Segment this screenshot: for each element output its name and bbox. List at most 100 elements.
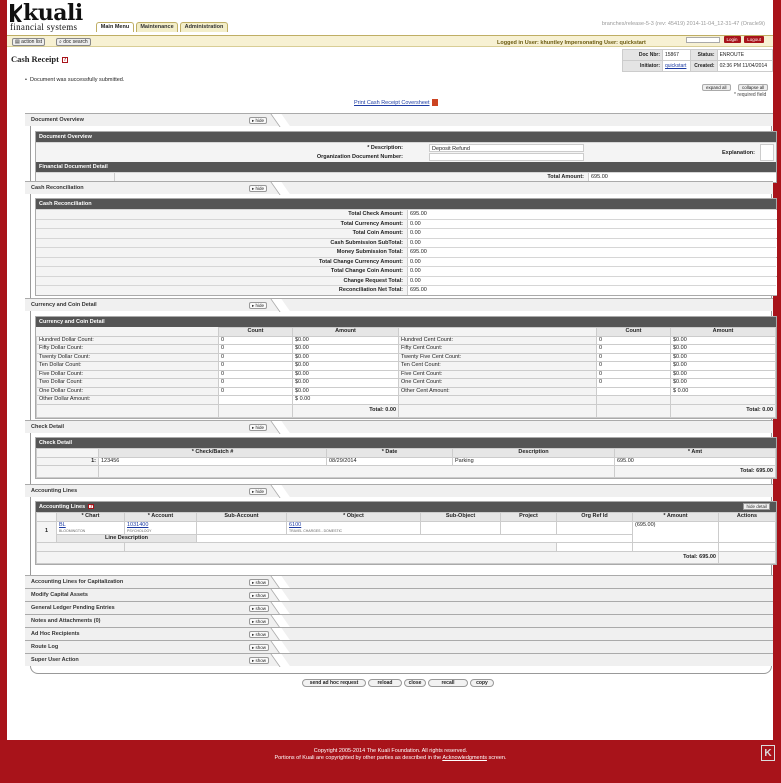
table-row: Ten Dollar Count: 0 $0.00 Ten Cent Count: 0 $… [36, 361, 776, 371]
section-cash-reconciliation: Cash Reconciliation ▸ hide [25, 181, 773, 194]
count-input[interactable]: 0 [596, 378, 671, 388]
show-toggle-button[interactable]: ▸ show [249, 579, 270, 586]
tab-administration[interactable]: Administration [180, 22, 228, 32]
count-input[interactable]: 0 [218, 361, 293, 371]
show-toggle-button[interactable]: ▸ show [249, 644, 270, 651]
recon-value: 695.00 [407, 286, 777, 295]
count-input[interactable]: 0 [218, 369, 293, 379]
toggle-label: hide [255, 118, 265, 123]
table-row: Hundred Dollar Count: 0 $0.00 Hundred Cent … [36, 335, 776, 345]
table-row: Fifty Dollar Count: 0 $0.00 Fifty Cent Coun… [36, 344, 776, 354]
account-link[interactable]: 1031400 [127, 522, 148, 528]
expand-all-button[interactable]: expand all [702, 84, 731, 91]
hide-toggle-button[interactable]: ▸ hide [249, 117, 268, 124]
close-button[interactable]: close [404, 679, 426, 687]
hide-toggle-button[interactable]: ▸ hide [249, 424, 268, 431]
check-batch-header: * Check/Batch # [98, 448, 327, 458]
hide-toggle-button[interactable]: ▸ hide [249, 302, 268, 309]
count-input[interactable]: 0 [218, 352, 293, 362]
section-title: Ad Hoc Recipients [31, 631, 80, 637]
currency-label: Five Dollar Count: [36, 369, 219, 379]
count-cell [218, 395, 293, 405]
login-button[interactable]: Login [723, 36, 741, 43]
count-input[interactable]: 0 [596, 361, 671, 371]
currency-label: Two Dollar Count: [36, 378, 219, 388]
print-coversheet-link[interactable]: Print Cash Receipt Coversheet [354, 99, 438, 106]
section-title: Cash Reconciliation [31, 185, 84, 191]
reload-button[interactable]: reload [368, 679, 402, 687]
currency-label: Other Dollar Amount: [36, 395, 219, 405]
section-document-overview: Document Overview ▸ hide [25, 113, 773, 126]
amount-value: $0.00 [292, 335, 399, 345]
count-input[interactable]: 0 [218, 335, 293, 345]
hide-toggle-button[interactable]: ▸ hide [249, 185, 268, 192]
section-title: General Ledger Pending Entries [31, 605, 115, 611]
section-title: Check Detail [31, 424, 65, 430]
show-toggle-button[interactable]: ▸ show [249, 618, 270, 625]
account-header: * Account [124, 512, 197, 522]
recon-row: Total Change Currency Amount: 0.00 [36, 256, 777, 267]
count-input[interactable]: 0 [596, 344, 671, 354]
toggle-label: hide [255, 186, 265, 191]
portions-text: Portions of Kuali are copyrighted by oth… [274, 755, 442, 761]
show-toggle-button[interactable]: ▸ show [249, 657, 270, 664]
logout-button[interactable]: Logout [744, 36, 764, 43]
check-number: 123456 [98, 456, 327, 466]
count-input[interactable]: 0 [596, 369, 671, 379]
table-row: Twenty Dollar Count: 0 $0.00 Twenty Five Ce… [36, 352, 776, 362]
amount-value: $0.00 [670, 352, 776, 362]
main-content: Document Overview ▸ hide Document Overvi… [25, 113, 777, 674]
collapse-all-button[interactable]: collapse all [738, 84, 769, 91]
show-toggle-button[interactable]: ▸ show [249, 605, 270, 612]
send-adhoc-button[interactable]: send ad hoc request [302, 679, 366, 687]
amount-header: * Amt [614, 448, 776, 458]
status-value: ENROUTE [716, 49, 774, 61]
object-header: * Object [286, 512, 421, 522]
count-input[interactable]: 0 [218, 344, 293, 354]
logged-in-info: Logged in User: khuntley Impersonating U… [497, 40, 646, 46]
recon-row: Cash Submission SubTotal: 0.00 [36, 237, 777, 248]
amount-value: $0.00 [670, 378, 776, 388]
hide-toggle-button[interactable]: ▸ hide [249, 488, 268, 495]
page-title-text: Cash Receipt [11, 54, 59, 64]
show-toggle-button[interactable]: ▸ show [249, 631, 270, 638]
tab-main-menu[interactable]: Main Menu [96, 22, 134, 32]
created-label: Created: [689, 60, 718, 72]
hide-detail-button[interactable]: hide detail [743, 503, 770, 510]
org-doc-number-label: Organization Document Number: [316, 154, 403, 160]
chart-link[interactable]: BL [59, 522, 66, 528]
recon-row: Money Submission Total: 695.00 [36, 247, 777, 257]
help-icon[interactable]: ? [88, 504, 95, 510]
help-icon[interactable]: ? [61, 57, 68, 64]
currency-label: Hundred Dollar Count: [36, 335, 219, 345]
section-capital-assets: Modify Capital Assets ▸ show [25, 588, 773, 601]
action-list-button[interactable]: ▤ action list [12, 38, 45, 46]
amount-header: Amount [670, 327, 776, 337]
sub-object-header: Sub-Object [420, 512, 501, 522]
created-value: 02:36 PM 11/04/2014 [716, 60, 774, 72]
show-toggle-button[interactable]: ▸ show [249, 592, 270, 599]
tab-maintenance[interactable]: Maintenance [136, 22, 178, 32]
amount-value: $0.00 [292, 361, 399, 371]
recon-row: Reconciliation Net Total: 695.00 [36, 285, 777, 295]
count-input[interactable]: 0 [596, 352, 671, 362]
doc-search-button[interactable]: ⌕ doc search [56, 38, 91, 46]
kuali-badge-icon: K [761, 745, 775, 761]
section-gl-pending: General Ledger Pending Entries ▸ show [25, 601, 773, 614]
table-row: Two Dollar Count: 0 $0.00 One Cent Count: 0 $… [36, 378, 776, 388]
explanation-label: Explanation: [722, 150, 756, 156]
initiator-link[interactable]: quickstart [662, 60, 691, 72]
object-link[interactable]: 6100 [289, 522, 301, 528]
amount-input[interactable]: $ 0.00 [292, 395, 399, 405]
recall-button[interactable]: recall [428, 679, 468, 687]
section-notes: Notes and Attachments (0) ▸ show [25, 614, 773, 627]
count-input[interactable]: 0 [218, 386, 293, 396]
backdoor-input[interactable] [685, 37, 720, 43]
copy-button[interactable]: copy [470, 679, 494, 687]
count-input[interactable]: 0 [218, 378, 293, 388]
financial-detail-bar: Financial Document Detail [36, 162, 776, 172]
count-input[interactable] [596, 386, 671, 396]
coin-total: Total: 0.00 [670, 403, 776, 418]
count-input[interactable]: 0 [596, 335, 671, 345]
acknowledgments-link[interactable]: Acknowledgments [442, 755, 487, 761]
